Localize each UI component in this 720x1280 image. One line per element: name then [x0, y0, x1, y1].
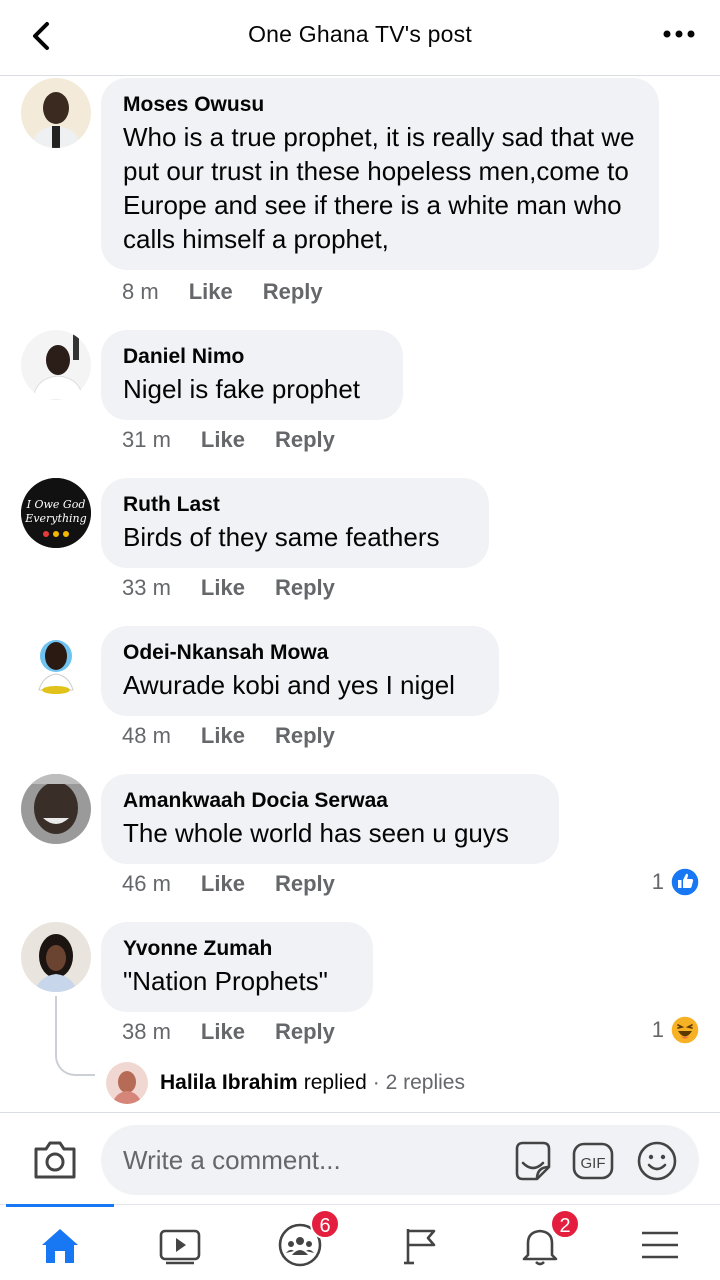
avatar[interactable]	[106, 1062, 148, 1104]
comment-bubble[interactable]: Ruth Last Birds of they same feathers	[101, 478, 489, 568]
groups-badge: 6	[310, 1209, 340, 1239]
pages-flag-icon[interactable]	[398, 1223, 442, 1267]
comment-input-placeholder: Write a comment...	[123, 1145, 341, 1175]
reaction-summary[interactable]: 1	[652, 1015, 700, 1045]
comment-author[interactable]: Amankwaah Docia Serwaa	[123, 788, 537, 814]
comment-text: The whole world has seen u guys	[123, 818, 509, 848]
like-icon	[670, 867, 700, 897]
comment-meta: 38 m Like Reply	[122, 1019, 335, 1045]
comment-time: 31 m	[122, 427, 171, 452]
comment-meta: 8 m Like Reply	[122, 279, 323, 305]
page-title: One Ghana TV's post	[248, 21, 472, 47]
like-button[interactable]: Like	[201, 427, 245, 453]
reply-button[interactable]: Reply	[275, 575, 335, 601]
avatar[interactable]	[21, 626, 91, 696]
comment-text: Who is a true prophet, it is really sad …	[123, 122, 635, 254]
avatar[interactable]	[21, 774, 91, 844]
comment-meta: 46 m Like Reply	[122, 871, 335, 897]
comment-author[interactable]: Yvonne Zumah	[123, 936, 351, 962]
avatar[interactable]	[21, 78, 91, 148]
comment-time: 8 m	[122, 279, 159, 304]
like-button[interactable]: Like	[201, 1019, 245, 1045]
menu-icon[interactable]	[638, 1223, 682, 1267]
avatar-text: Everything	[24, 512, 86, 525]
groups-tab[interactable]: 6	[278, 1209, 340, 1267]
like-button[interactable]: Like	[189, 279, 233, 305]
comment-time: 38 m	[122, 1019, 171, 1044]
comment-composer: Write a comment... GIF	[0, 1112, 720, 1204]
comment-text: Awurade kobi and yes I nigel	[123, 670, 455, 700]
reaction-count: 1	[651, 869, 664, 894]
gif-icon[interactable]: GIF	[571, 1139, 615, 1183]
reply-author[interactable]: Halila Ibrahim	[160, 1071, 298, 1095]
reply-button[interactable]: Reply	[275, 723, 335, 749]
comment-bubble[interactable]: Daniel Nimo Nigel is fake prophet	[101, 330, 403, 420]
thread-connector	[55, 996, 95, 1076]
reaction-summary[interactable]: 1	[652, 867, 700, 897]
like-button[interactable]: Like	[201, 723, 245, 749]
reply-verb: replied	[303, 1071, 367, 1094]
avatar[interactable]	[21, 330, 91, 400]
reply-preview[interactable]: Halila Ibrahim replied · 2 replies	[106, 1062, 465, 1104]
top-bar: One Ghana TV's post	[0, 0, 720, 76]
home-icon[interactable]	[38, 1223, 82, 1267]
reply-count[interactable]: · 2 replies	[373, 1071, 465, 1095]
reaction-count: 1	[651, 1017, 664, 1042]
haha-icon	[670, 1015, 700, 1045]
gif-label: GIF	[581, 1155, 606, 1172]
comment-bubble[interactable]: Yvonne Zumah "Nation Prophets"	[101, 922, 373, 1012]
notifications-badge: 2	[550, 1209, 580, 1239]
reply-button[interactable]: Reply	[275, 871, 335, 897]
comment-author[interactable]: Moses Owusu	[123, 92, 637, 118]
comment-text: "Nation Prophets"	[123, 966, 328, 996]
comment-bubble[interactable]: Moses Owusu Who is a true prophet, it is…	[101, 78, 659, 270]
comment-author[interactable]: Daniel Nimo	[123, 344, 381, 370]
comment-author[interactable]: Odei-Nkansah Mowa	[123, 640, 477, 666]
watch-icon[interactable]	[158, 1223, 202, 1267]
avatar-text: I Owe God	[26, 498, 86, 511]
comment-time: 33 m	[122, 575, 171, 600]
sticker-icon[interactable]	[511, 1139, 555, 1183]
comment-meta: 33 m Like Reply	[122, 575, 335, 601]
comment-meta: 31 m Like Reply	[122, 427, 335, 453]
camera-icon[interactable]	[32, 1137, 78, 1181]
comment-time: 46 m	[122, 871, 171, 896]
bottom-nav: 6 2	[0, 1204, 720, 1280]
reply-button[interactable]: Reply	[275, 427, 335, 453]
active-tab-indicator	[6, 1204, 114, 1207]
avatar[interactable]: I Owe God Everything	[21, 478, 91, 548]
comment-text: Birds of they same feathers	[123, 522, 440, 552]
avatar[interactable]	[21, 922, 91, 992]
like-button[interactable]: Like	[201, 575, 245, 601]
comment-input[interactable]: Write a comment... GIF	[101, 1125, 699, 1195]
comment-bubble[interactable]: Odei-Nkansah Mowa Awurade kobi and yes I…	[101, 626, 499, 716]
reply-button[interactable]: Reply	[275, 1019, 335, 1045]
comment-author[interactable]: Ruth Last	[123, 492, 467, 518]
like-button[interactable]: Like	[201, 871, 245, 897]
comment-time: 48 m	[122, 723, 171, 748]
more-options-icon[interactable]	[662, 24, 696, 44]
notifications-tab[interactable]: 2	[518, 1209, 580, 1267]
reply-button[interactable]: Reply	[263, 279, 323, 305]
comment-meta: 48 m Like Reply	[122, 723, 335, 749]
comment-text: Nigel is fake prophet	[123, 374, 361, 404]
emoji-icon[interactable]	[635, 1139, 679, 1183]
comment-bubble[interactable]: Amankwaah Docia Serwaa The whole world h…	[101, 774, 559, 864]
